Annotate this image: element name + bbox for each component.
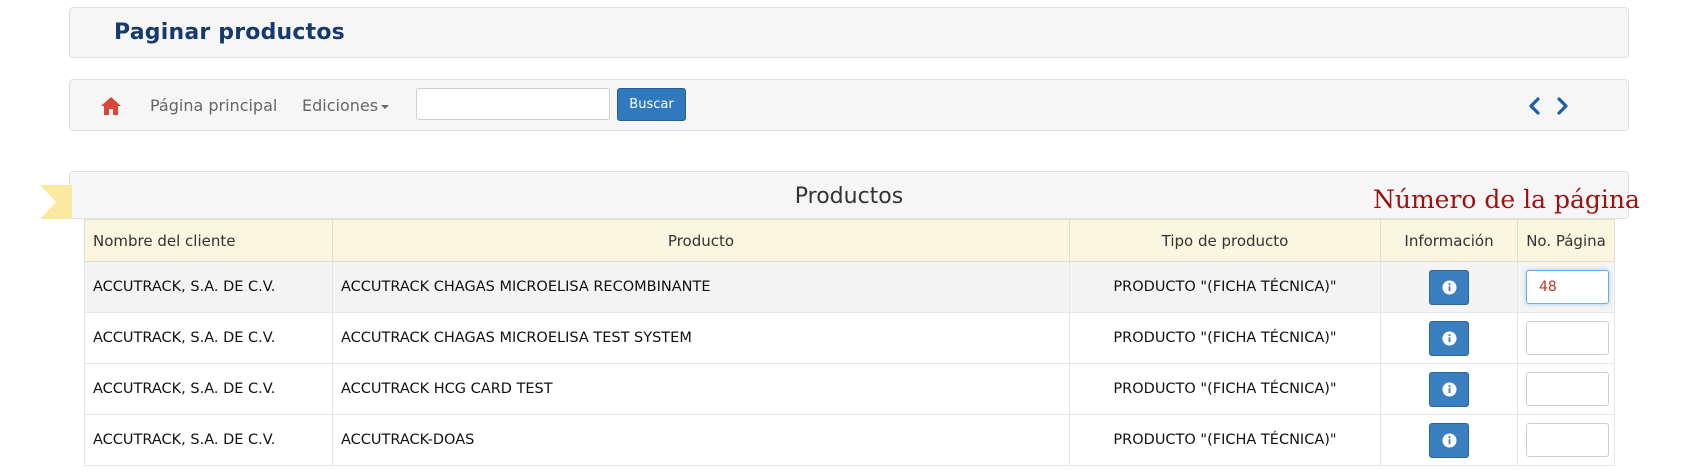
page-number-input[interactable] — [1526, 321, 1609, 355]
products-table: Nombre del cliente Producto Tipo de prod… — [84, 219, 1615, 466]
nav-dropdown-ediciones[interactable]: Ediciones — [302, 96, 390, 115]
cell-cliente: ACCUTRACK, S.A. DE C.V. — [84, 363, 333, 415]
table-row: ACCUTRACK, S.A. DE C.V. ACCUTRACK-DOAS P… — [84, 414, 1615, 466]
chevron-left-icon[interactable] — [1526, 96, 1544, 116]
column-header-pagina: No. Página — [1517, 219, 1615, 262]
info-icon — [1442, 331, 1457, 345]
info-button[interactable] — [1429, 269, 1469, 305]
navbar: Página principal Ediciones Buscar — [69, 79, 1629, 131]
cell-producto: ACCUTRACK CHAGAS MICROELISA TEST SYSTEM — [332, 312, 1070, 364]
bookmark-ribbon-icon — [40, 185, 72, 219]
cell-producto: ACCUTRACK CHAGAS MICROELISA RECOMBINANTE — [332, 261, 1070, 313]
info-icon — [1442, 280, 1457, 294]
cell-producto: ACCUTRACK HCG CARD TEST — [332, 363, 1070, 415]
info-icon — [1442, 382, 1457, 396]
page-number-input[interactable] — [1526, 270, 1609, 304]
cell-producto: ACCUTRACK-DOAS — [332, 414, 1070, 466]
table-header-row: Nombre del cliente Producto Tipo de prod… — [84, 219, 1615, 262]
page-title: Paginar productos — [114, 20, 345, 45]
column-header-cliente: Nombre del cliente — [84, 219, 333, 262]
cell-tipo: PRODUCTO "(FICHA TÉCNICA)" — [1069, 363, 1381, 415]
cell-cliente: ACCUTRACK, S.A. DE C.V. — [84, 261, 333, 313]
info-button[interactable] — [1429, 320, 1469, 356]
page-number-input[interactable] — [1526, 423, 1609, 457]
table-row: ACCUTRACK, S.A. DE C.V. ACCUTRACK CHAGAS… — [84, 261, 1615, 313]
chevron-right-icon[interactable] — [1553, 96, 1571, 116]
cell-tipo: PRODUCTO "(FICHA TÉCNICA)" — [1069, 312, 1381, 364]
cell-informacion — [1380, 261, 1518, 313]
info-icon — [1442, 433, 1457, 447]
info-button[interactable] — [1429, 422, 1469, 458]
column-header-producto: Producto — [332, 219, 1070, 262]
info-button[interactable] — [1429, 371, 1469, 407]
annotation-label: Número de la página — [1373, 185, 1640, 214]
cell-pagina — [1517, 414, 1615, 466]
cell-cliente: ACCUTRACK, S.A. DE C.V. — [84, 414, 333, 466]
caret-down-icon — [381, 104, 390, 109]
cell-informacion — [1380, 312, 1518, 364]
cell-cliente: ACCUTRACK, S.A. DE C.V. — [84, 312, 333, 364]
search-input[interactable] — [416, 88, 610, 120]
column-header-tipo: Tipo de producto — [1069, 219, 1381, 262]
cell-tipo: PRODUCTO "(FICHA TÉCNICA)" — [1069, 414, 1381, 466]
search-button[interactable]: Buscar — [617, 88, 686, 121]
cell-informacion — [1380, 414, 1518, 466]
title-panel: Paginar productos — [69, 7, 1629, 58]
table-row: ACCUTRACK, S.A. DE C.V. ACCUTRACK HCG CA… — [84, 363, 1615, 415]
cell-pagina — [1517, 261, 1615, 313]
cell-pagina — [1517, 312, 1615, 364]
page-number-input[interactable] — [1526, 372, 1609, 406]
cell-informacion — [1380, 363, 1518, 415]
cell-tipo: PRODUCTO "(FICHA TÉCNICA)" — [1069, 261, 1381, 313]
table-row: ACCUTRACK, S.A. DE C.V. ACCUTRACK CHAGAS… — [84, 312, 1615, 364]
column-header-informacion: Información — [1380, 219, 1518, 262]
cell-pagina — [1517, 363, 1615, 415]
nav-dropdown-ediciones-label: Ediciones — [302, 96, 379, 115]
home-icon[interactable] — [100, 95, 122, 117]
nav-link-pagina-principal[interactable]: Página principal — [150, 96, 277, 115]
